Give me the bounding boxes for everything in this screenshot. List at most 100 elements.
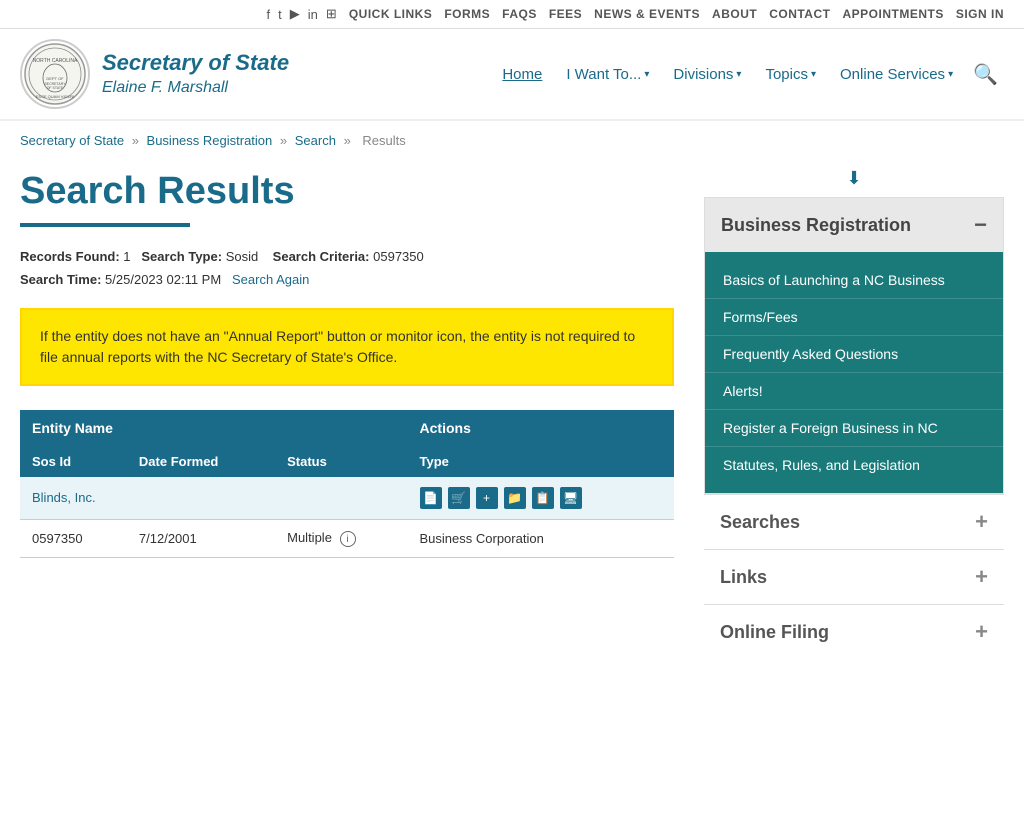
youtube-icon[interactable]: ▶ (290, 6, 300, 22)
table-header-row-1: Entity Name Actions (20, 410, 674, 446)
search-type-label: Search Type: (141, 249, 222, 264)
sidebar-link-basics[interactable]: Basics of Launching a NC Business (705, 262, 1003, 299)
nav-home[interactable]: Home (492, 60, 552, 89)
main-navigation: Home I Want To... ▾ Divisions ▾ Topics ▾… (289, 56, 1004, 93)
breadcrumb-sep-1: » (132, 133, 143, 148)
breadcrumb-sep-2: » (280, 133, 291, 148)
entity-name-header: Entity Name (20, 410, 408, 446)
svg-text:DEPT OF: DEPT OF (46, 76, 64, 81)
cart-icon[interactable]: 🛒 (448, 487, 470, 509)
org-title: Secretary of State (102, 49, 289, 78)
online-filing-collapsible[interactable]: Online Filing + (704, 604, 1004, 659)
svg-text:NORTH CAROLINA: NORTH CAROLINA (33, 58, 78, 64)
search-type-value: Sosid (226, 249, 259, 264)
nav-topics[interactable]: Topics ▾ (755, 60, 826, 89)
add-icon[interactable]: + (476, 487, 498, 509)
sidebar-link-statutes[interactable]: Statutes, Rules, and Legislation (705, 447, 1003, 483)
site-header: NORTH CAROLINA DEPT OF SECRETARY OF STAT… (0, 29, 1024, 121)
sidebar-link-faq[interactable]: Frequently Asked Questions (705, 336, 1003, 373)
date-formed-cell: 7/12/2001 (127, 519, 275, 558)
actions-header: Actions (408, 410, 674, 446)
nav-divisions[interactable]: Divisions ▾ (663, 60, 751, 89)
type-header: Type (408, 446, 674, 477)
searches-collapsible[interactable]: Searches + (704, 494, 1004, 549)
svg-text:ESSE QUAM VIDERI: ESSE QUAM VIDERI (36, 94, 74, 99)
breadcrumb-business-reg[interactable]: Business Registration (147, 133, 273, 148)
download-icon[interactable]: ⬇ (704, 160, 1004, 197)
results-table: Entity Name Actions Sos Id Date Formed S… (20, 410, 674, 559)
searches-label: Searches (720, 512, 800, 533)
business-registration-section: Business Registration − Basics of Launch… (704, 197, 1004, 494)
sos-id-header: Sos Id (20, 446, 127, 477)
search-criteria-label: Search Criteria: (273, 249, 370, 264)
sidebar-section-title: Business Registration (721, 215, 911, 236)
collapse-icon[interactable]: − (974, 212, 987, 238)
status-header: Status (275, 446, 407, 477)
forms-link[interactable]: FORMS (444, 7, 490, 21)
chevron-down-icon: ▾ (644, 69, 649, 80)
appointments-link[interactable]: APPOINTMENTS (842, 7, 943, 21)
online-filing-label: Online Filing (720, 622, 829, 643)
quick-links-link[interactable]: QUICK LINKS (349, 7, 433, 21)
sidebar-links: Basics of Launching a NC Business Forms/… (705, 252, 1003, 493)
nav-online-services[interactable]: Online Services ▾ (830, 60, 963, 89)
rss-icon[interactable]: ⊞ (326, 6, 337, 22)
sidebar: ⬇ Business Registration − Basics of Laun… (704, 160, 1004, 659)
fees-link[interactable]: FEES (549, 7, 582, 21)
breadcrumb-sos[interactable]: Secretary of State (20, 133, 124, 148)
logo-text: Secretary of State Elaine F. Marshall (102, 49, 289, 98)
view-icon[interactable]: 📄 (420, 487, 442, 509)
table-header-row-2: Sos Id Date Formed Status Type (20, 446, 674, 477)
sidebar-link-alerts[interactable]: Alerts! (705, 373, 1003, 410)
org-subtitle: Elaine F. Marshall (102, 78, 289, 99)
linkedin-icon[interactable]: in (308, 7, 318, 22)
document-icon[interactable]: 📋 (532, 487, 554, 509)
table-row: Blinds, Inc. 📄 🛒 + 📁 📋 🖥 (20, 477, 674, 520)
action-icons: 📄 🛒 + 📁 📋 🖥 (420, 487, 662, 509)
table-row: 0597350 7/12/2001 Multiple i Business Co… (20, 519, 674, 558)
main-container: Search Results Records Found: 1 Search T… (0, 160, 1024, 689)
links-collapsible[interactable]: Links + (704, 549, 1004, 604)
sidebar-link-foreign[interactable]: Register a Foreign Business in NC (705, 410, 1003, 447)
contact-link[interactable]: CONTACT (769, 7, 830, 21)
chevron-down-icon: ▾ (811, 69, 816, 80)
nav-i-want-to[interactable]: I Want To... ▾ (556, 60, 659, 89)
info-icon[interactable]: i (340, 531, 356, 547)
status-cell: Multiple i (275, 519, 407, 558)
monitor-icon[interactable]: 🖥 (560, 487, 582, 509)
folder-icon[interactable]: 📁 (504, 487, 526, 509)
sos-id-cell: 0597350 (20, 519, 127, 558)
breadcrumb: Secretary of State » Business Registrati… (0, 121, 1024, 160)
date-formed-header: Date Formed (127, 446, 275, 477)
expand-icon: + (975, 619, 988, 645)
faqs-link[interactable]: FAQS (502, 7, 537, 21)
utility-links: QUICK LINKS FORMS FAQS FEES NEWS & EVENT… (349, 7, 1004, 21)
search-time-label: Search Time: (20, 272, 101, 287)
breadcrumb-sep-3: » (344, 133, 355, 148)
records-found-value: 1 (123, 249, 130, 264)
sign-in-link[interactable]: SIGN IN (956, 7, 1004, 21)
svg-text:OF STATE: OF STATE (47, 86, 64, 90)
links-label: Links (720, 567, 767, 588)
annual-report-notice: If the entity does not have an "Annual R… (20, 308, 674, 386)
sidebar-link-forms[interactable]: Forms/Fees (705, 299, 1003, 336)
facebook-icon[interactable]: f (267, 7, 271, 22)
search-metadata: Records Found: 1 Search Type: Sosid Sear… (20, 245, 674, 292)
search-icon[interactable]: 🔍 (967, 56, 1004, 93)
page-title: Search Results (20, 170, 674, 213)
breadcrumb-results: Results (362, 133, 405, 148)
actions-cell: 📄 🛒 + 📁 📋 🖥 (408, 477, 674, 520)
entity-name-cell: Blinds, Inc. (20, 477, 408, 520)
entity-name-link[interactable]: Blinds, Inc. (32, 490, 96, 505)
about-link[interactable]: ABOUT (712, 7, 757, 21)
chevron-down-icon: ▾ (948, 69, 953, 80)
search-again-link[interactable]: Search Again (232, 272, 309, 287)
type-cell: Business Corporation (408, 519, 674, 558)
news-events-link[interactable]: NEWS & EVENTS (594, 7, 700, 21)
top-utility-bar: f t ▶ in ⊞ QUICK LINKS FORMS FAQS FEES N… (0, 0, 1024, 29)
search-time-value: 5/25/2023 02:11 PM (105, 272, 221, 287)
content-area: Search Results Records Found: 1 Search T… (20, 160, 674, 659)
logo-area: NORTH CAROLINA DEPT OF SECRETARY OF STAT… (20, 39, 289, 109)
breadcrumb-search[interactable]: Search (295, 133, 336, 148)
twitter-icon[interactable]: t (278, 7, 282, 22)
